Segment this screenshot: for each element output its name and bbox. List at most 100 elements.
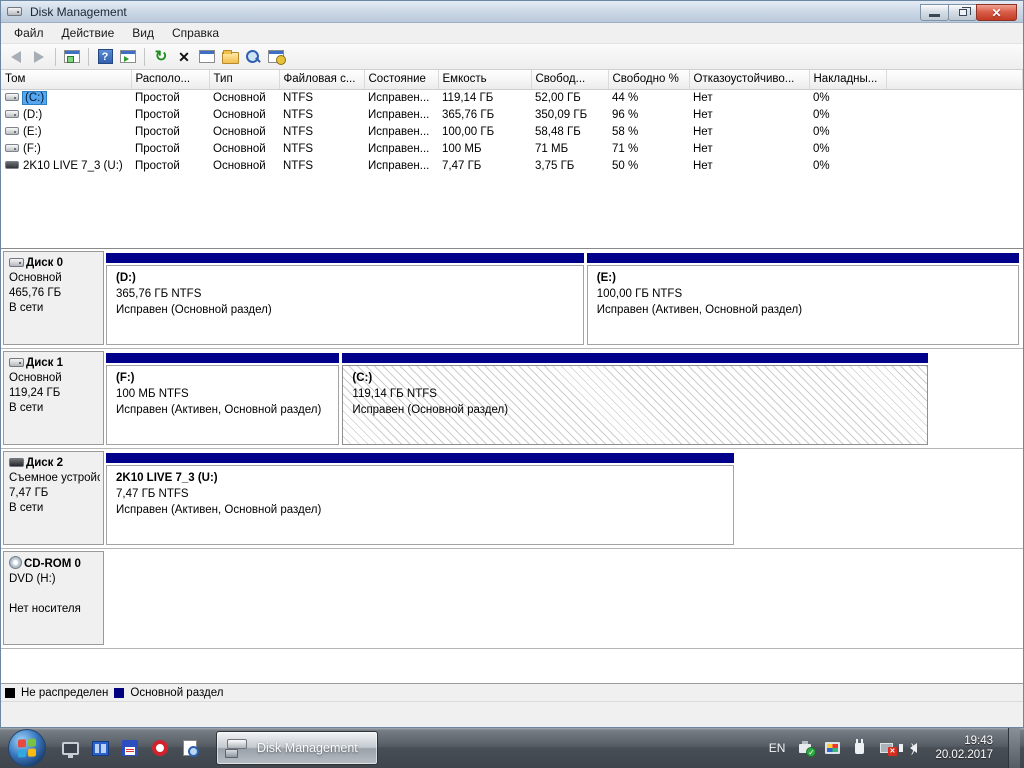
partition-color-band [106, 253, 584, 263]
cdrom-label[interactable]: CD-ROM 0 DVD (H:) Нет носителя [3, 551, 104, 645]
col-volume[interactable]: Том [1, 70, 131, 89]
volume-icon [5, 110, 19, 118]
disk-0-label[interactable]: Диск 0 Основной 465,76 ГБ В сети [3, 251, 104, 345]
disk-row-cdrom: CD-ROM 0 DVD (H:) Нет носителя [1, 549, 1023, 649]
disk-management-icon [225, 738, 249, 758]
back-icon[interactable] [6, 47, 26, 67]
partition-color-band [106, 353, 339, 363]
console-window-icon[interactable] [118, 47, 138, 67]
volume-icon [5, 93, 19, 101]
partition-color-band [587, 253, 1019, 263]
partition-f[interactable]: (F:) 100 МБ NTFS Исправен (Активен, Осно… [106, 353, 339, 445]
help-icon[interactable]: ? [95, 47, 115, 67]
cdrom-icon [9, 556, 22, 569]
refresh-icon[interactable]: ↻ [151, 47, 171, 67]
menubar: Файл Действие Вид Справка [1, 23, 1023, 44]
windows-logo-icon [18, 738, 36, 757]
close-icon: ✕ [991, 7, 1001, 19]
manage-console-icon[interactable] [266, 47, 286, 67]
toolbar: ? ↻ ✕ [1, 44, 1023, 70]
network-error-icon[interactable]: ✕ [877, 739, 895, 757]
floppy-save-icon[interactable] [120, 738, 140, 758]
removable-disk-icon [9, 458, 24, 467]
table-row[interactable]: (F:) Простой Основной NTFS Исправен... 1… [1, 140, 1023, 157]
volume-icon [5, 127, 19, 135]
properties-icon[interactable] [197, 47, 217, 67]
search-tool-icon[interactable] [180, 738, 200, 758]
col-fault-tolerance[interactable]: Отказоустойчиво... [689, 70, 809, 89]
partition-d[interactable]: (D:) 365,76 ГБ NTFS Исправен (Основной р… [106, 253, 584, 345]
minimize-icon [929, 14, 940, 17]
console-tree-icon[interactable] [62, 47, 82, 67]
open-folder-icon[interactable] [220, 47, 240, 67]
volume-name-selected: (C:) [23, 92, 46, 104]
computer-icon[interactable] [60, 738, 80, 758]
quick-launch [60, 738, 200, 758]
col-free-pct[interactable]: Свободно % [608, 70, 689, 89]
table-row[interactable]: (C:) Простой Основной NTFS Исправен... 1… [1, 89, 1023, 106]
col-status[interactable]: Состояние [364, 70, 438, 89]
power-plug-icon[interactable] [850, 739, 868, 757]
table-row[interactable]: 2K10 LIVE 7_3 (U:) Простой Основной NTFS… [1, 157, 1023, 174]
find-icon[interactable] [243, 47, 263, 67]
disk-2-label[interactable]: Диск 2 Съемное устройство 7,47 ГБ В сети [3, 451, 104, 545]
col-capacity[interactable]: Емкость [438, 70, 531, 89]
usb-safely-remove-icon[interactable]: ✓ [796, 739, 814, 757]
restore-icon [959, 9, 967, 16]
table-row[interactable]: (E:) Простой Основной NTFS Исправен... 1… [1, 123, 1023, 140]
menu-file[interactable]: Файл [5, 24, 53, 42]
partition-color-band [342, 353, 928, 363]
display-settings-icon[interactable] [823, 739, 841, 757]
delete-icon[interactable]: ✕ [174, 47, 194, 67]
volume-list-pane: Том Располо... Тип Файловая с... Состоян… [1, 70, 1023, 249]
language-indicator[interactable]: EN [769, 741, 786, 755]
show-desktop-button[interactable] [1008, 728, 1020, 768]
clock[interactable]: 19:43 20.02.2017 [935, 734, 993, 762]
graphical-view-pane: Диск 0 Основной 465,76 ГБ В сети (D:) 36… [1, 249, 1023, 683]
table-header-row: Том Располо... Тип Файловая с... Состоян… [1, 70, 1023, 89]
primary-partition-label: Основной раздел [130, 687, 223, 699]
opera-icon[interactable] [150, 738, 170, 758]
col-layout[interactable]: Располо... [131, 70, 209, 89]
menu-view[interactable]: Вид [123, 24, 163, 42]
partition-color-band [106, 453, 734, 463]
forward-icon[interactable] [29, 47, 49, 67]
taskbar-app-button[interactable]: Disk Management [216, 731, 378, 765]
partition-e[interactable]: (E:) 100,00 ГБ NTFS Исправен (Активен, О… [587, 253, 1019, 345]
disk-row-1: Диск 1 Основной 119,24 ГБ В сети (F:) 10… [1, 349, 1023, 449]
volume-icon[interactable] [904, 739, 922, 757]
app-icon [7, 7, 22, 16]
volume-name: (F:) [23, 143, 41, 155]
volume-name: 2K10 LIVE 7_3 (U:) [23, 160, 123, 172]
col-type[interactable]: Тип [209, 70, 279, 89]
col-file-system[interactable]: Файловая с... [279, 70, 364, 89]
start-button[interactable] [8, 729, 46, 767]
volume-icon [5, 161, 19, 169]
partition-u[interactable]: 2K10 LIVE 7_3 (U:) 7,47 ГБ NTFS Исправен… [106, 453, 734, 545]
minimize-button[interactable] [920, 4, 949, 21]
system-tray: EN ✓ ✕ 19:43 20.02.2017 [769, 728, 1024, 768]
col-free[interactable]: Свобод... [531, 70, 608, 89]
disk-row-2: Диск 2 Съемное устройство 7,47 ГБ В сети… [1, 449, 1023, 549]
file-manager-icon[interactable] [90, 738, 110, 758]
taskbar: Disk Management EN ✓ ✕ 19:43 20.02.2017 [0, 728, 1024, 768]
disk-1-label[interactable]: Диск 1 Основной 119,24 ГБ В сети [3, 351, 104, 445]
menu-action[interactable]: Действие [53, 24, 124, 42]
primary-partition-swatch [114, 688, 124, 698]
table-row[interactable]: (D:) Простой Основной NTFS Исправен... 3… [1, 106, 1023, 123]
unallocated-label: Не распределен [21, 687, 108, 699]
titlebar: Disk Management ✕ [1, 1, 1023, 23]
restore-button[interactable] [948, 4, 977, 21]
disk-icon [9, 358, 24, 367]
volume-name: (D:) [23, 109, 42, 121]
menu-help[interactable]: Справка [163, 24, 228, 42]
volume-table: Том Располо... Тип Файловая с... Состоян… [1, 70, 1023, 174]
disk-management-window: Disk Management ✕ Файл Действие Вид Спра… [0, 0, 1024, 728]
window-title: Disk Management [30, 5, 127, 19]
volume-icon [5, 144, 19, 152]
col-overhead[interactable]: Накладны... [809, 70, 886, 89]
close-button[interactable]: ✕ [976, 4, 1017, 21]
partition-c-selected[interactable]: (C:) 119,14 ГБ NTFS Исправен (Основной р… [342, 353, 928, 445]
disk-icon [9, 258, 24, 267]
tray-time: 19:43 [935, 734, 993, 748]
